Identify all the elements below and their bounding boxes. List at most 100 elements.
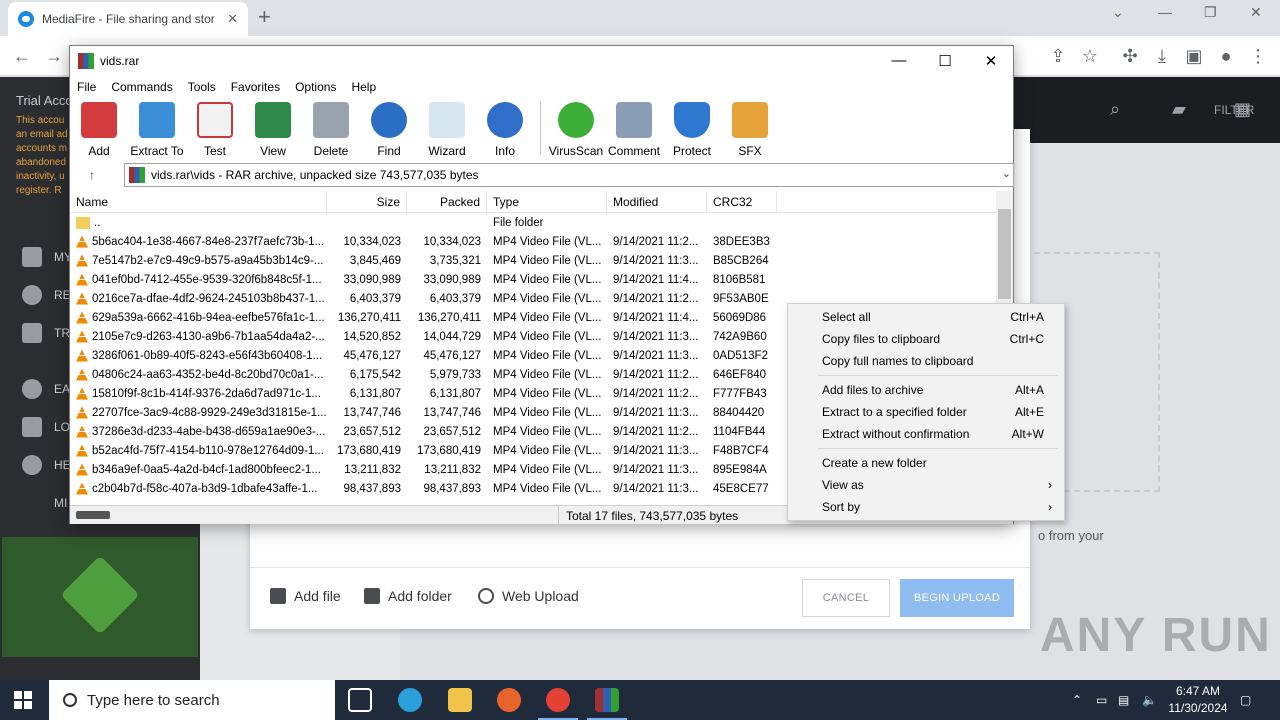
windows-start-icon[interactable] (14, 691, 32, 709)
ctx-select-all[interactable]: Select all Ctrl+A (788, 306, 1064, 328)
add-folder-button[interactable]: Add folder (364, 588, 452, 604)
file-explorer-icon[interactable] (448, 688, 472, 712)
ctx-view-as[interactable]: View as › (788, 474, 1064, 496)
menu-options[interactable]: Options (295, 80, 336, 94)
tool-comment-button[interactable]: Comment (605, 98, 663, 160)
chrome-icon[interactable] (538, 688, 578, 720)
ctx-extract-without-confirmation[interactable]: Extract without confirmation Alt+W (788, 423, 1064, 445)
tool-protect-button[interactable]: Protect (663, 98, 721, 160)
volume-icon[interactable]: 🔈 (1142, 680, 1157, 720)
chevron-down-icon[interactable]: ⌄ (1002, 167, 1011, 180)
winrar-app-icon (78, 53, 94, 69)
file-size: 136,270,411 (337, 311, 401, 324)
ctx-extract-to-folder[interactable]: Extract to a specified folder Alt+E (788, 401, 1064, 423)
back-icon[interactable]: ← (10, 44, 34, 68)
help-icon (22, 455, 42, 475)
share-icon[interactable]: ⇪ (1046, 44, 1070, 68)
sidebar-item-earn[interactable]: EA (22, 379, 70, 399)
forward-icon[interactable]: → (42, 44, 66, 68)
ctx-sort-by[interactable]: Sort by › (788, 496, 1064, 518)
taskbar-clock[interactable]: 6:47 AM 11/30/2024 (1160, 683, 1236, 717)
file-row[interactable]: 041ef0bd-7412-455e-9539-320f6b848c5f-1..… (70, 270, 998, 289)
add-file-button[interactable]: Add file (270, 588, 341, 604)
tool-wizard-button[interactable]: Wizard (418, 98, 476, 160)
ctx-copy-full-names[interactable]: Copy full names to clipboard (788, 350, 1064, 372)
tool-view-button[interactable]: View (244, 98, 302, 160)
new-tab-button[interactable]: + (258, 6, 271, 28)
winrar-minimize-button[interactable]: — (876, 52, 922, 69)
folder-icon (76, 216, 90, 229)
sidebar-item-logout[interactable]: LO (22, 417, 70, 437)
column-size[interactable]: Size (327, 191, 407, 212)
file-row[interactable]: 7e5147b2-e7c9-49c9-b575-a9a45b3b14c9-...… (70, 251, 998, 270)
tool-virusscan-button[interactable]: VirusScan (547, 98, 605, 160)
column-packed[interactable]: Packed (407, 191, 487, 212)
winrar-toolbar: Add Extract To Test View Delete Find Wiz… (70, 98, 1013, 160)
task-view-icon[interactable] (348, 688, 372, 712)
sidebar-item-my-files[interactable]: MY (22, 247, 72, 267)
menu-commands[interactable]: Commands (111, 80, 172, 94)
extensions-icon[interactable]: ✣ (1118, 44, 1142, 68)
tool-extract-to-button[interactable]: Extract To (128, 98, 186, 160)
tool-find-button[interactable]: Find (360, 98, 418, 160)
winrar-taskbar-icon[interactable] (587, 688, 627, 720)
tool-delete-button[interactable]: Delete (302, 98, 360, 160)
search-icon[interactable]: ⌕ (1110, 99, 1120, 120)
up-arrow-icon[interactable]: ↑ (70, 167, 114, 183)
grid-view-icon[interactable]: ▦ (1234, 99, 1251, 120)
column-modified[interactable]: Modified (607, 191, 707, 212)
notifications-icon[interactable]: ▢ (1240, 680, 1251, 720)
winrar-maximize-button[interactable]: ☐ (922, 52, 968, 70)
side-panel-icon[interactable]: ▣ (1182, 44, 1206, 68)
tab-close-icon[interactable]: ✕ (227, 11, 238, 27)
tool-sfx-button[interactable]: SFX (721, 98, 779, 160)
ctx-copy-files[interactable]: Copy files to clipboard Ctrl+C (788, 328, 1064, 350)
window-close-button[interactable]: ✕ (1250, 4, 1262, 21)
menu-help[interactable]: Help (351, 80, 376, 94)
bookmark-star-icon[interactable]: ☆ (1078, 44, 1102, 68)
column-type[interactable]: Type (487, 191, 607, 212)
file-type: MP4 Video File (VL... (493, 235, 602, 248)
winrar-close-button[interactable]: ✕ (968, 52, 1014, 70)
tool-test-button[interactable]: Test (186, 98, 244, 160)
menu-favorites[interactable]: Favorites (231, 80, 280, 94)
edge-icon[interactable] (398, 688, 422, 712)
sidebar-item-recent[interactable]: RE (22, 285, 71, 305)
web-upload-button[interactable]: Web Upload (478, 588, 579, 604)
file-name: 04806c24-aa63-4352-be4d-8c20bd70c0a1-... (92, 368, 324, 381)
taskbar-search[interactable]: Type here to search (49, 680, 335, 720)
browser-tab[interactable]: MediaFire - File sharing and stor ✕ (8, 2, 248, 36)
address-field[interactable]: vids.rar\vids - RAR archive, unpacked si… (124, 163, 1014, 187)
profile-avatar-icon[interactable]: ● (1214, 44, 1238, 68)
cancel-button[interactable]: CANCEL (802, 579, 890, 617)
window-minimize-button[interactable]: — (1158, 4, 1172, 20)
promo-banner[interactable] (2, 537, 198, 657)
download-icon[interactable]: ⤓ (1150, 44, 1174, 68)
menu-tools[interactable]: Tools (188, 80, 216, 94)
network-icon[interactable]: ▤ (1118, 680, 1129, 720)
ctx-create-folder[interactable]: Create a new folder (788, 452, 1064, 474)
menu-kebab-icon[interactable]: ⋮ (1246, 44, 1270, 68)
column-name[interactable]: Name (70, 191, 327, 212)
file-packed: 33,090,989 (423, 273, 481, 286)
tool-info-button[interactable]: Info (476, 98, 534, 160)
menu-file[interactable]: File (77, 80, 96, 94)
sidebar-item-help[interactable]: HE (22, 455, 71, 475)
ctx-add-files[interactable]: Add files to archive Alt+A (788, 379, 1064, 401)
file-type: MP4 Video File (VL... (493, 368, 602, 381)
tab-search-icon[interactable]: ⌄ (1112, 4, 1124, 21)
window-maximize-button[interactable]: ❐ (1204, 4, 1217, 21)
tool-add-button[interactable]: Add (70, 98, 128, 160)
file-row[interactable]: 5b6ac404-1e38-4667-84e8-237f7aefc73b-1..… (70, 232, 998, 251)
parent-folder-row[interactable]: .. File folder (70, 213, 998, 232)
scrollbar-thumb[interactable] (998, 209, 1011, 299)
sidebar-item-more[interactable]: MI (22, 493, 67, 513)
file-crc32: F48B7CF4 (713, 444, 769, 457)
sidebar-item-trash[interactable]: TR (22, 323, 70, 343)
tray-chevron-up-icon[interactable]: ⌃ (1072, 680, 1082, 720)
new-folder-icon[interactable]: ▰ (1172, 99, 1186, 120)
column-crc32[interactable]: CRC32 (707, 191, 777, 212)
begin-upload-button[interactable]: BEGIN UPLOAD (900, 579, 1014, 617)
tray-device-icon[interactable]: ▭ (1096, 680, 1107, 720)
firefox-icon[interactable] (497, 688, 521, 712)
